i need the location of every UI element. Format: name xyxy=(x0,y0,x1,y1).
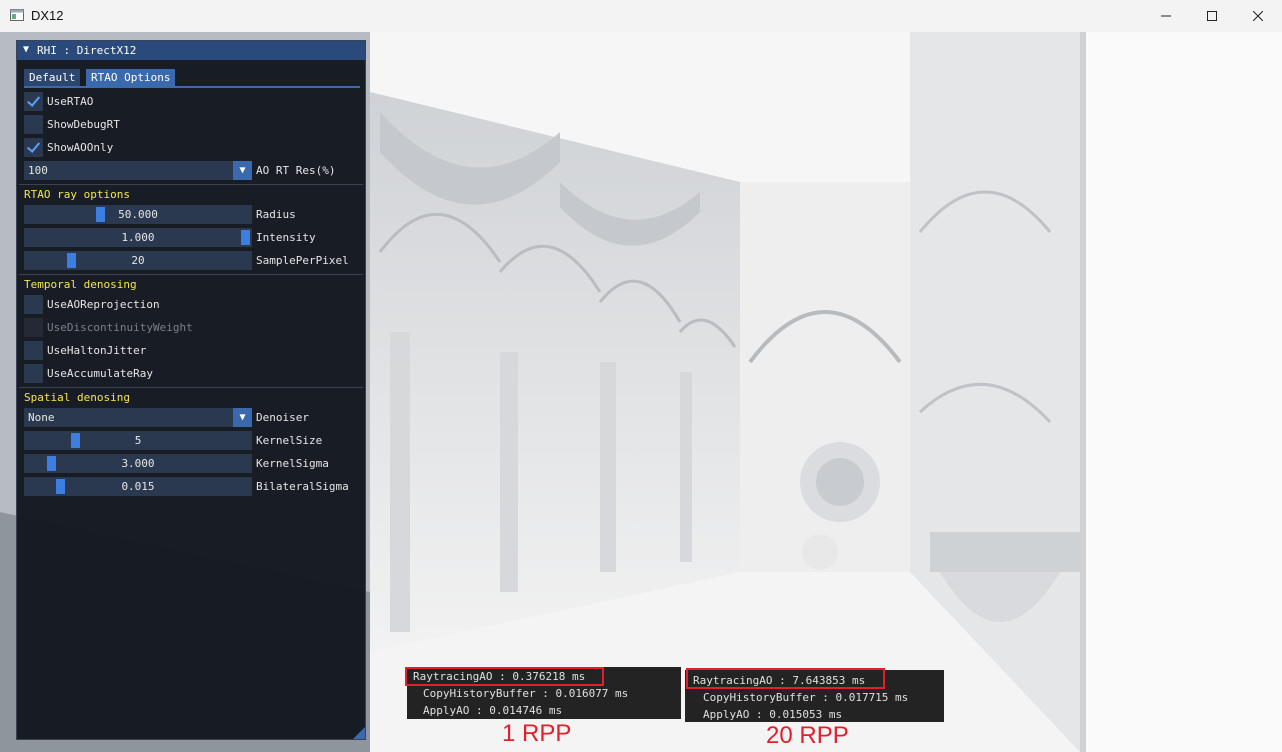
maximize-icon xyxy=(1207,11,1217,21)
intensity-slider[interactable]: 1.000 xyxy=(24,228,252,247)
rpp-caption-left: 1 RPP xyxy=(502,720,572,747)
tab-rtao-options[interactable]: RTAO Options xyxy=(86,69,176,86)
use-accumulate-ray-label: UseAccumulateRay xyxy=(47,367,153,380)
apply-ao-timing: ApplyAO : 0.015053 ms xyxy=(703,708,843,721)
highlight-box xyxy=(686,668,885,689)
section-spatial-denoising: Spatial denosing xyxy=(24,391,130,404)
separator xyxy=(19,274,363,275)
use-discontinuity-weight-checkbox xyxy=(24,318,43,337)
radius-label: Radius xyxy=(256,208,296,221)
kernel-size-slider[interactable]: 5 xyxy=(24,431,252,450)
chevron-down-icon[interactable]: ▼ xyxy=(233,161,252,180)
section-temporal-denoising: Temporal denosing xyxy=(24,278,137,291)
window-titlebar: DX12 xyxy=(0,0,1282,33)
separator xyxy=(19,184,363,185)
minimize-icon xyxy=(1161,15,1171,17)
close-icon xyxy=(1253,11,1263,21)
bilateral-sigma-label: BilateralSigma xyxy=(256,480,349,493)
intensity-value: 1.000 xyxy=(121,231,155,244)
minimize-button[interactable] xyxy=(1143,0,1189,32)
use-rtao-checkbox[interactable] xyxy=(24,92,43,111)
show-ao-only-checkbox[interactable] xyxy=(24,138,43,157)
copy-history-buffer-timing: CopyHistoryBuffer : 0.017715 ms xyxy=(703,691,909,704)
use-accumulate-ray-checkbox[interactable] xyxy=(24,364,43,383)
use-halton-jitter-label: UseHaltonJitter xyxy=(47,344,147,357)
ao-res-label: AO RT Res(%) xyxy=(256,164,336,177)
use-ao-reprojection-checkbox[interactable] xyxy=(24,295,43,314)
separator xyxy=(19,387,363,388)
kernel-size-value: 5 xyxy=(134,434,142,447)
window-title: DX12 xyxy=(31,8,64,23)
sample-per-pixel-label: SamplePerPixel xyxy=(256,254,349,267)
intensity-label: Intensity xyxy=(256,231,316,244)
bilateral-sigma-value: 0.015 xyxy=(121,480,155,493)
maximize-button[interactable] xyxy=(1189,0,1235,32)
use-halton-jitter-checkbox[interactable] xyxy=(24,341,43,360)
kernel-size-label: KernelSize xyxy=(256,434,323,447)
section-ray-options: RTAO ray options xyxy=(24,188,130,201)
tab-default[interactable]: Default xyxy=(24,69,81,86)
resize-grip-icon[interactable] xyxy=(353,727,365,739)
show-ao-only-label: ShowAOOnly xyxy=(47,141,114,154)
sample-per-pixel-slider[interactable]: 20 xyxy=(24,251,252,270)
show-debug-rt-label: ShowDebugRT xyxy=(47,118,120,131)
denoiser-combo[interactable]: None ▼ xyxy=(24,408,252,427)
app-window-icon xyxy=(10,9,24,21)
tab-underline xyxy=(24,86,360,88)
apply-ao-timing: ApplyAO : 0.014746 ms xyxy=(423,704,563,717)
use-ao-reprojection-label: UseAOReprojection xyxy=(47,298,160,311)
radius-slider[interactable]: 50.000 xyxy=(24,205,252,224)
panel-title: RHI : DirectX12 xyxy=(37,44,137,57)
close-button[interactable] xyxy=(1235,0,1281,32)
use-discontinuity-weight-label: UseDiscontinuityWeight xyxy=(47,321,193,334)
collapse-triangle-icon[interactable]: ▼ xyxy=(23,44,29,55)
highlight-box xyxy=(405,667,604,686)
denoiser-value: None xyxy=(28,411,55,424)
rpp-caption-right: 20 RPP xyxy=(766,722,849,749)
kernel-sigma-label: KernelSigma xyxy=(256,457,329,470)
show-debug-rt-checkbox[interactable] xyxy=(24,115,43,134)
radius-value: 50.000 xyxy=(118,208,158,221)
use-rtao-label: UseRTAO xyxy=(47,95,94,108)
bilateral-sigma-slider[interactable]: 0.015 xyxy=(24,477,252,496)
ao-res-combo[interactable]: 100 ▼ xyxy=(24,161,252,180)
copy-history-buffer-timing: CopyHistoryBuffer : 0.016077 ms xyxy=(423,687,629,700)
ao-res-value: 100 xyxy=(28,164,48,177)
denoiser-label: Denoiser xyxy=(256,411,309,424)
rhi-settings-panel: ▼ RHI : DirectX12 Default RTAO Options U… xyxy=(16,40,366,740)
kernel-sigma-slider[interactable]: 3.000 xyxy=(24,454,252,473)
sample-per-pixel-value: 20 xyxy=(131,254,145,267)
kernel-sigma-value: 3.000 xyxy=(121,457,155,470)
panel-header[interactable]: ▼ RHI : DirectX12 xyxy=(17,41,365,60)
chevron-down-icon[interactable]: ▼ xyxy=(233,408,252,427)
